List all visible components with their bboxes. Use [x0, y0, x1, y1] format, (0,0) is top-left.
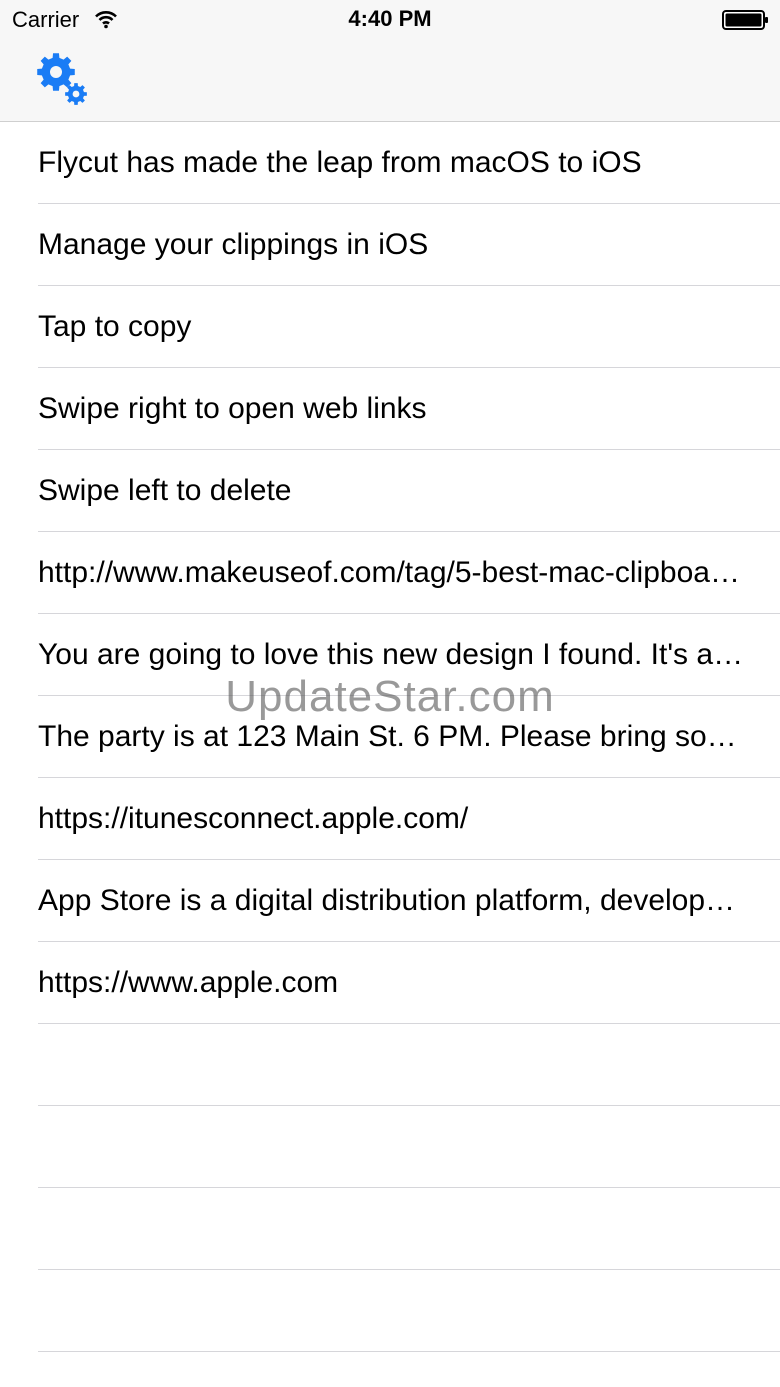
status-bar: Carrier 4:40 PM: [0, 0, 780, 40]
clipping-label: Tap to copy: [38, 310, 192, 343]
clipping-row[interactable]: Swipe left to delete: [0, 450, 780, 532]
empty-row: [0, 1188, 780, 1270]
clipping-label: Swipe right to open web links: [38, 392, 427, 425]
navigation-bar: [0, 40, 780, 122]
clipping-row[interactable]: https://www.apple.com: [0, 942, 780, 1024]
clipping-label: Swipe left to delete: [38, 474, 292, 507]
clipping-row[interactable]: Swipe right to open web links: [0, 368, 780, 450]
empty-row: [0, 1352, 780, 1387]
clipping-label: https://www.apple.com: [38, 966, 339, 999]
clipping-label: You are going to love this new design I …: [38, 638, 744, 671]
settings-button[interactable]: [34, 50, 92, 108]
battery-full-icon: [722, 9, 770, 31]
empty-row: [0, 1270, 780, 1352]
clipping-row[interactable]: Tap to copy: [0, 286, 780, 368]
clipping-label: https://itunesconnect.apple.com/: [38, 802, 469, 835]
clipping-row[interactable]: App Store is a digital distribution plat…: [0, 860, 780, 942]
clipping-row[interactable]: https://itunesconnect.apple.com/: [0, 778, 780, 860]
clipping-label: http://www.makeuseof.com/tag/5-best-mac-…: [38, 556, 744, 589]
gears-icon: [34, 50, 92, 108]
clipping-row[interactable]: You are going to love this new design I …: [0, 614, 780, 696]
empty-row: [0, 1024, 780, 1106]
clipping-label: Flycut has made the leap from macOS to i…: [38, 146, 642, 179]
empty-row: [0, 1106, 780, 1188]
clipping-label: Manage your clippings in iOS: [38, 228, 429, 261]
clippings-list: Flycut has made the leap from macOS to i…: [0, 122, 780, 1387]
clipping-row[interactable]: Flycut has made the leap from macOS to i…: [0, 122, 780, 204]
clipping-label: App Store is a digital distribution plat…: [38, 884, 744, 917]
clipping-row[interactable]: Manage your clippings in iOS: [0, 204, 780, 286]
clipping-label: The party is at 123 Main St. 6 PM. Pleas…: [38, 720, 744, 753]
clipping-row[interactable]: http://www.makeuseof.com/tag/5-best-mac-…: [0, 532, 780, 614]
clipping-row[interactable]: The party is at 123 Main St. 6 PM. Pleas…: [0, 696, 780, 778]
status-time: 4:40 PM: [348, 6, 432, 31]
